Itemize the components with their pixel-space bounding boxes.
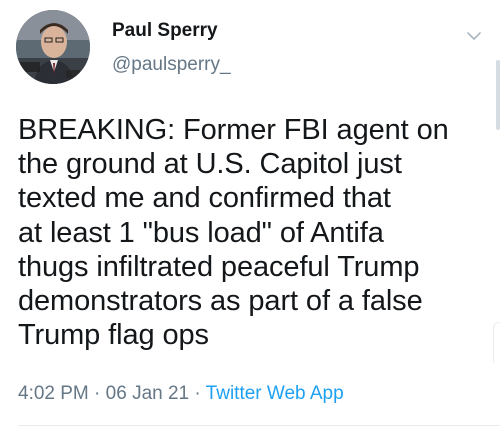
- avatar-image: [16, 10, 90, 84]
- tweet-metadata: 4:02 PM · 06 Jan 21 · Twitter Web App: [18, 383, 344, 405]
- chevron-down-icon: [467, 32, 481, 40]
- tweet-text-line: the ground at U.S. Capitol just: [18, 148, 402, 181]
- avatar[interactable]: [16, 10, 90, 84]
- tweet-text-line: demonstrators as part of a false: [18, 285, 423, 318]
- scrollbar-thumb[interactable]: [496, 60, 500, 130]
- author-name[interactable]: Paul Sperry: [112, 20, 218, 42]
- tweet-text-line: at least 1 "bus load" of Antifa: [18, 216, 384, 249]
- divider: [18, 425, 500, 426]
- scrollbar[interactable]: [494, 20, 500, 280]
- card-edge: [493, 322, 500, 363]
- tweet-text-line: texted me and confirmed that: [18, 182, 391, 215]
- tweet-source-link[interactable]: Twitter Web App: [206, 383, 344, 404]
- tweet-card: Paul Sperry @paulsperry_ BREAKING: Forme…: [0, 0, 500, 427]
- meta-separator: ·: [194, 383, 206, 404]
- tweet-text: BREAKING: Former FBI agent on the ground…: [18, 113, 486, 352]
- tweet-date[interactable]: 06 Jan 21: [106, 383, 189, 404]
- author-handle[interactable]: @paulsperry_: [112, 54, 231, 76]
- tweet-header: Paul Sperry @paulsperry_: [16, 10, 486, 96]
- tweet-text-line: BREAKING: Former FBI agent on: [18, 114, 449, 146]
- tweet-text-line: Trump flag ops: [18, 319, 209, 352]
- tweet-time[interactable]: 4:02 PM: [18, 383, 89, 404]
- tweet-menu-button[interactable]: [462, 24, 486, 48]
- meta-separator: ·: [94, 383, 106, 404]
- tweet-text-line: thugs infiltrated peaceful Trump: [18, 250, 420, 283]
